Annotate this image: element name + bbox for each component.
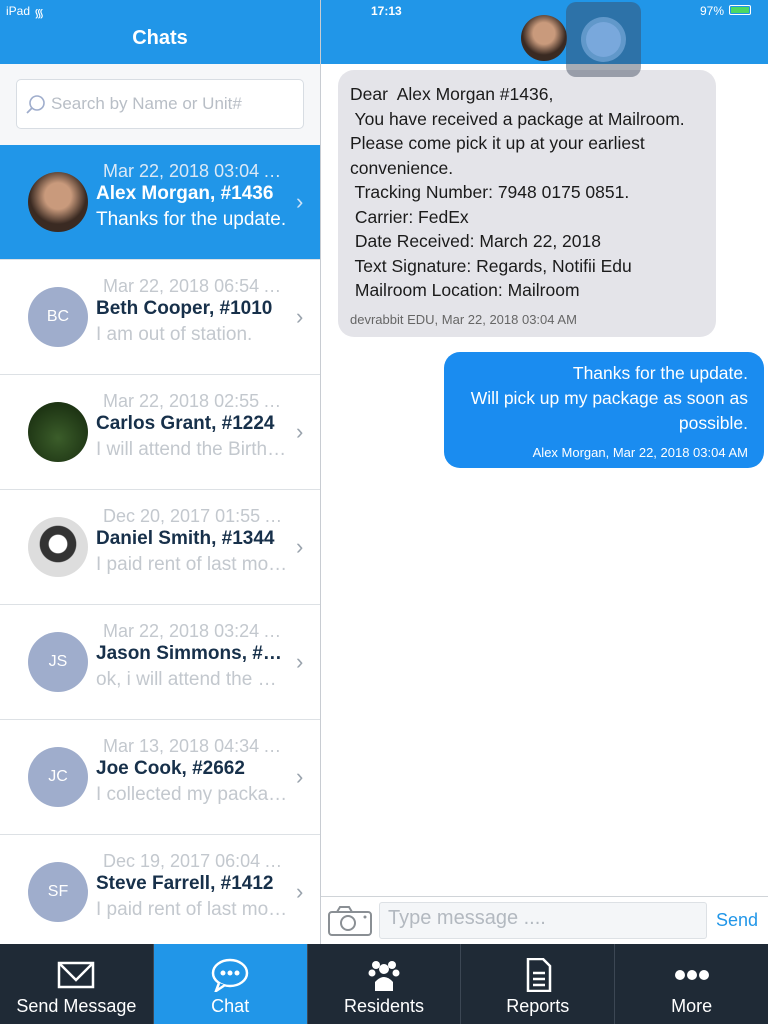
device-label: iPad (6, 4, 31, 18)
tab-reports[interactable]: Reports (461, 944, 616, 1024)
chat-preview: Thanks for the update. (96, 209, 287, 230)
message-line: Thanks for the update. (572, 363, 748, 383)
message-line: Dear Alex Morgan #1436, (350, 84, 554, 104)
battery-percent: 97% (700, 4, 725, 18)
document-icon (526, 958, 552, 992)
chevron-right-icon: › (296, 534, 304, 559)
envelope-icon (58, 961, 95, 989)
battery-icon (729, 5, 751, 15)
chat-date: Mar 22, 2018 03:04 AM (103, 161, 288, 181)
chat-preview: ok, i will attend the meeting (96, 669, 288, 690)
message-line: Date Received: March 22, 2018 (350, 231, 601, 251)
message-line: Tracking Number: 7948 0175 0851. (350, 182, 630, 202)
wifi-icon: ᯾ (34, 6, 45, 20)
chat-list-item[interactable]: JS Mar 22, 2018 03:24 AM Jason Simmons, … (0, 605, 320, 720)
chat-name: Joe Cook, #2662 (96, 758, 245, 779)
chevron-right-icon: › (296, 764, 304, 789)
avatar: BC (28, 287, 88, 347)
chat-name: Alex Morgan, #1436 (96, 183, 274, 204)
tab-residents[interactable]: Residents (308, 944, 462, 1024)
message-line: Mailroom Location: Mailroom (350, 280, 580, 300)
avatar (28, 517, 88, 577)
chat-bubble-icon (211, 958, 249, 992)
chat-date: Dec 20, 2017 01:55 AM (103, 506, 288, 526)
chat-list-item[interactable]: JC Mar 13, 2018 04:34 AM Joe Cook, #2662… (0, 720, 320, 835)
search-input[interactable]: Search by Name or Unit# (16, 79, 304, 129)
message-line: Please come pick it up at your earliest (350, 133, 645, 153)
camera-icon[interactable] (327, 905, 373, 937)
message-line: Carrier: FedEx (350, 206, 469, 227)
sent-message-bubble: Thanks for the update. Will pick up my pa… (444, 352, 764, 468)
message-input[interactable]: Type message .... (379, 902, 707, 939)
contact-avatar[interactable] (521, 15, 567, 61)
chat-date: Mar 22, 2018 03:24 AM (103, 621, 288, 641)
avatar: JC (28, 747, 88, 807)
avatar (28, 402, 88, 462)
tab-more[interactable]: More (615, 944, 768, 1024)
chat-list-item[interactable]: BC Mar 22, 2018 06:54 AM Beth Cooper, #1… (0, 260, 320, 375)
tab-chat[interactable]: Chat (153, 944, 308, 1024)
message-line: possible. (678, 413, 748, 433)
chat-preview: I paid rent of last month (96, 899, 288, 920)
more-dots-icon (674, 970, 709, 980)
avatar (28, 172, 88, 232)
chat-date: Mar 22, 2018 06:54 AM (103, 276, 288, 296)
chevron-right-icon: › (296, 879, 304, 904)
message-line: Will pick up my package as soon as (470, 388, 748, 408)
chat-preview: I collected my package (96, 784, 288, 805)
chat-date: Dec 19, 2017 06:04 AM (103, 851, 288, 871)
message-line: convenience. (350, 157, 454, 178)
chat-list-item[interactable]: Mar 22, 2018 03:04 AM Alex Morgan, #1436… (0, 145, 320, 260)
chat-preview: I am out of station. (96, 324, 253, 345)
chevron-right-icon: › (296, 304, 304, 329)
chat-name: Beth Cooper, #1010 (96, 298, 273, 319)
message-line: You have received a package at Mailroom. (350, 108, 685, 129)
conversation-panel: Dear Alex Morgan #1436, You have receive… (321, 0, 768, 944)
chat-list-item[interactable]: Mar 22, 2018 02:55 AM Carlos Grant, #122… (0, 375, 320, 490)
chat-preview: I paid rent of last month (96, 554, 288, 575)
clock: 17:13 (371, 4, 402, 18)
search-icon (26, 95, 45, 114)
tab-send-message[interactable]: Send Message (0, 944, 154, 1024)
chat-list-item[interactable]: Dec 20, 2017 01:55 AM Daniel Smith, #134… (0, 490, 320, 605)
chat-date: Mar 13, 2018 04:34 AM (103, 736, 288, 756)
received-message-bubble: Dear Alex Morgan #1436, You have receive… (338, 70, 716, 337)
message-line: Text Signature: Regards, Notifii Edu (350, 255, 632, 276)
send-button[interactable]: Send (716, 910, 758, 931)
chat-name: Carlos Grant, #1224 (96, 413, 275, 434)
message-meta: Alex Morgan, Mar 22, 2018 03:04 AM (532, 445, 748, 460)
chat-list-item[interactable]: SF Dec 19, 2017 06:04 AM Steve Farrell, … (0, 835, 320, 944)
chat-name: Daniel Smith, #1344 (96, 528, 275, 549)
message-meta: devrabbit EDU, Mar 22, 2018 03:04 AM (350, 311, 577, 327)
chat-date: Mar 22, 2018 02:55 AM (103, 391, 288, 411)
tab-bar: Send Message Chat Residents Reports More (0, 944, 768, 1024)
people-icon (368, 961, 400, 991)
chat-list-panel: Chats Search by Name or Unit# Mar 22, 20… (0, 0, 321, 944)
avatar: SF (28, 862, 88, 922)
chevron-right-icon: › (296, 649, 304, 674)
status-bar: iPad ᯾ 17:13 97% (0, 0, 768, 20)
chevron-right-icon: › (296, 189, 304, 214)
chat-name: Jason Simmons, #1520 (96, 643, 288, 664)
chat-name: Steve Farrell, #1412 (96, 873, 274, 894)
composer: Type message .... Send (321, 896, 768, 944)
chat-preview: I will attend the Birthday party (96, 439, 288, 460)
chevron-right-icon: › (296, 419, 304, 444)
avatar: JS (28, 632, 88, 692)
